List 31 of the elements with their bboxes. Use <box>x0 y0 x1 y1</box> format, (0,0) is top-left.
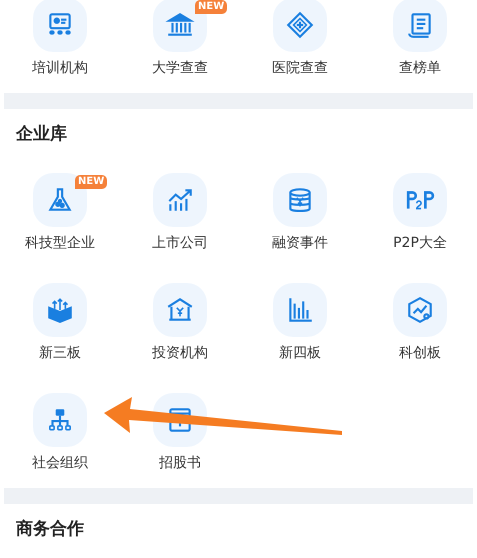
icon-tile[interactable] <box>393 0 447 52</box>
item-label[interactable]: 社会组织 <box>32 453 88 473</box>
item-label[interactable]: 科技型企业 <box>25 233 95 253</box>
item-label[interactable]: 投资机构 <box>152 343 208 363</box>
item-label[interactable]: 医院查查 <box>272 58 328 78</box>
icon-tile[interactable] <box>153 173 207 227</box>
icon-tile[interactable] <box>153 283 207 337</box>
icon-tile[interactable] <box>273 173 327 227</box>
item-label[interactable]: 招股书 <box>159 453 201 473</box>
section-title: 企业库 <box>16 124 67 144</box>
icon-tile[interactable] <box>393 283 447 337</box>
item-label[interactable]: 新三板 <box>39 343 81 363</box>
icon-tile[interactable] <box>33 393 87 447</box>
item-label[interactable]: 科创板 <box>399 343 441 363</box>
hexagon-chart-icon <box>405 295 435 325</box>
item-label[interactable]: 新四板 <box>279 343 321 363</box>
icon-tile[interactable] <box>273 0 327 52</box>
item-label[interactable]: 大学查查 <box>152 58 208 78</box>
icon-tile[interactable] <box>393 173 447 227</box>
icon-tile[interactable] <box>33 0 87 52</box>
new-badge: NEW <box>195 0 228 14</box>
item-label[interactable]: 融资事件 <box>272 233 328 253</box>
cross-icon <box>285 10 315 40</box>
new-badge: NEW <box>75 175 108 189</box>
icon-tile[interactable] <box>33 283 87 337</box>
item-label[interactable]: 培训机构 <box>32 58 88 78</box>
item-label[interactable]: 上市公司 <box>152 233 208 253</box>
item-label[interactable]: 查榜单 <box>399 58 441 78</box>
section-title: 商务合作 <box>16 519 84 539</box>
item-label[interactable]: P2P大全 <box>393 233 447 253</box>
icon-tile[interactable] <box>273 283 327 337</box>
